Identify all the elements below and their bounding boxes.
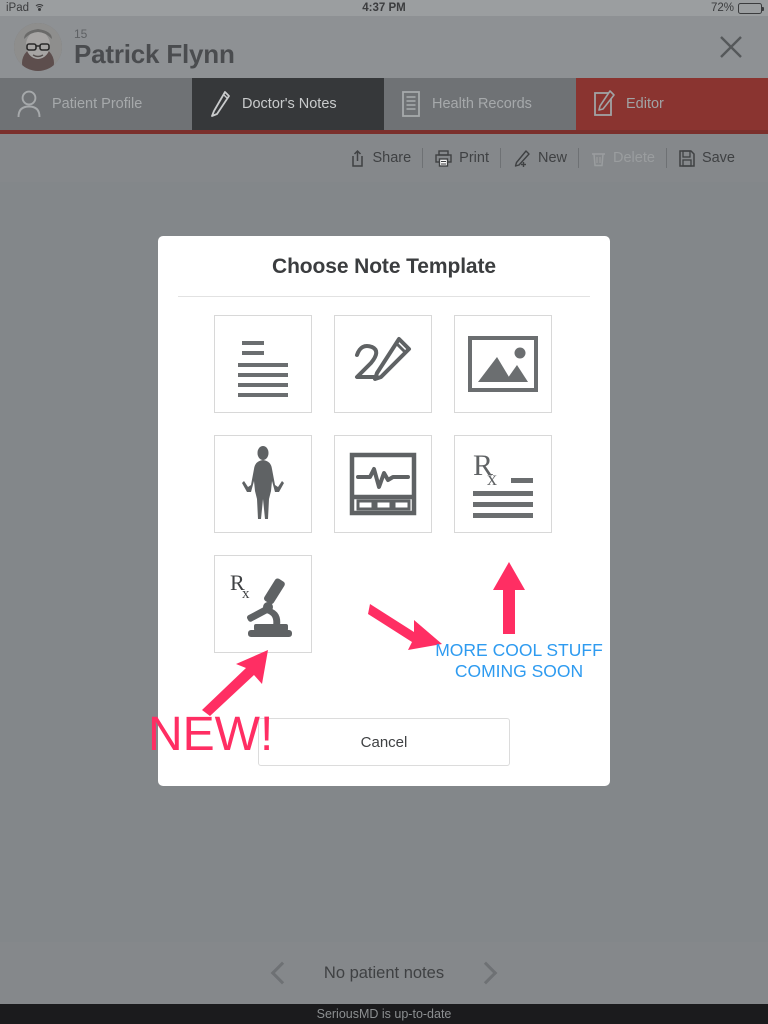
template-tile-vitals[interactable] <box>334 435 432 533</box>
avatar-photo <box>14 23 62 71</box>
note-edit-icon <box>592 89 616 119</box>
svg-text:x: x <box>242 586 250 602</box>
patient-header: 15 Patrick Flynn <box>0 16 768 78</box>
toolbar-label: New <box>538 150 568 166</box>
ios-status-bar: iPad 4:37 PM 72% <box>0 0 768 16</box>
person-icon <box>16 89 42 119</box>
battery-percent-label: 72% <box>710 2 734 14</box>
chevron-left-icon[interactable] <box>270 961 294 985</box>
tab-patient-profile[interactable]: Patient Profile <box>0 78 192 130</box>
tab-bar: Patient Profile Doctor's Notes Health Re… <box>0 78 768 130</box>
pager-label: No patient notes <box>323 963 445 982</box>
template-tile-body-chart[interactable] <box>214 435 312 533</box>
records-icon <box>400 89 422 119</box>
rx-microscope-icon: R x <box>226 568 300 640</box>
svg-text:x: x <box>487 468 497 490</box>
toolbar-label: Delete <box>613 150 655 166</box>
trash-icon <box>590 149 607 168</box>
cancel-button[interactable]: Cancel <box>258 718 510 766</box>
avatar[interactable] <box>14 23 62 71</box>
template-tile-text-note[interactable] <box>214 315 312 413</box>
toolbar-label: Save <box>701 150 735 166</box>
toolbar-label: Share <box>372 150 412 166</box>
save-button[interactable]: Save <box>667 149 746 168</box>
tab-label: Health Records <box>432 96 532 112</box>
floppy-disk-icon <box>678 149 696 168</box>
dialog-title: Choose Note Template <box>272 255 496 278</box>
pencil-plus-icon <box>512 149 532 168</box>
sync-status-bar: SeriousMD is up-to-date <box>0 1004 768 1024</box>
tab-label: Editor <box>626 96 664 112</box>
close-icon[interactable] <box>718 34 744 60</box>
new-button[interactable]: New <box>501 149 578 168</box>
template-tile-image-note[interactable] <box>454 315 552 413</box>
status-bar-time: 4:37 PM <box>362 2 406 14</box>
patient-age: 15 <box>74 26 88 41</box>
app-root: iPad 4:37 PM 72% 15 Patrick Flynn Patien… <box>0 0 768 1024</box>
patient-name: Patrick Flynn <box>74 38 235 69</box>
template-tile-prescription[interactable]: R x <box>454 435 552 533</box>
tab-label: Doctor's Notes <box>242 96 337 112</box>
choose-note-template-dialog: Choose Note Template R x R x Cancel <box>158 236 610 786</box>
tab-label: Patient Profile <box>52 96 143 112</box>
note-pager: No patient notes <box>0 942 768 1004</box>
note-toolbar: Share Print New Delete Save <box>0 134 768 182</box>
delete-button[interactable]: Delete <box>579 149 666 168</box>
template-tile-lab-request[interactable]: R x <box>214 555 312 653</box>
share-button[interactable]: Share <box>338 149 422 168</box>
scribble-pencil-icon <box>347 329 419 399</box>
tab-health-records[interactable]: Health Records <box>384 78 576 130</box>
tab-doctors-notes[interactable]: Doctor's Notes <box>192 78 384 130</box>
share-icon <box>349 149 366 168</box>
battery-icon <box>738 2 765 14</box>
human-body-icon <box>237 445 289 523</box>
picture-icon <box>467 335 539 393</box>
template-grid: R x R x <box>158 297 610 653</box>
status-bar-right: 72% <box>710 2 765 14</box>
printer-icon <box>434 149 453 168</box>
template-tile-drawing-note[interactable] <box>334 315 432 413</box>
print-button[interactable]: Print <box>423 149 500 168</box>
rx-lines-icon: R x <box>467 449 539 519</box>
pencil-icon <box>208 89 232 119</box>
lines-icon <box>228 329 298 399</box>
tab-editor[interactable]: Editor <box>576 78 768 130</box>
ecg-monitor-icon <box>348 449 418 519</box>
toolbar-label: Print <box>459 150 489 166</box>
chevron-right-icon[interactable] <box>474 961 498 985</box>
patient-meta: 15 Patrick Flynn <box>74 28 235 67</box>
